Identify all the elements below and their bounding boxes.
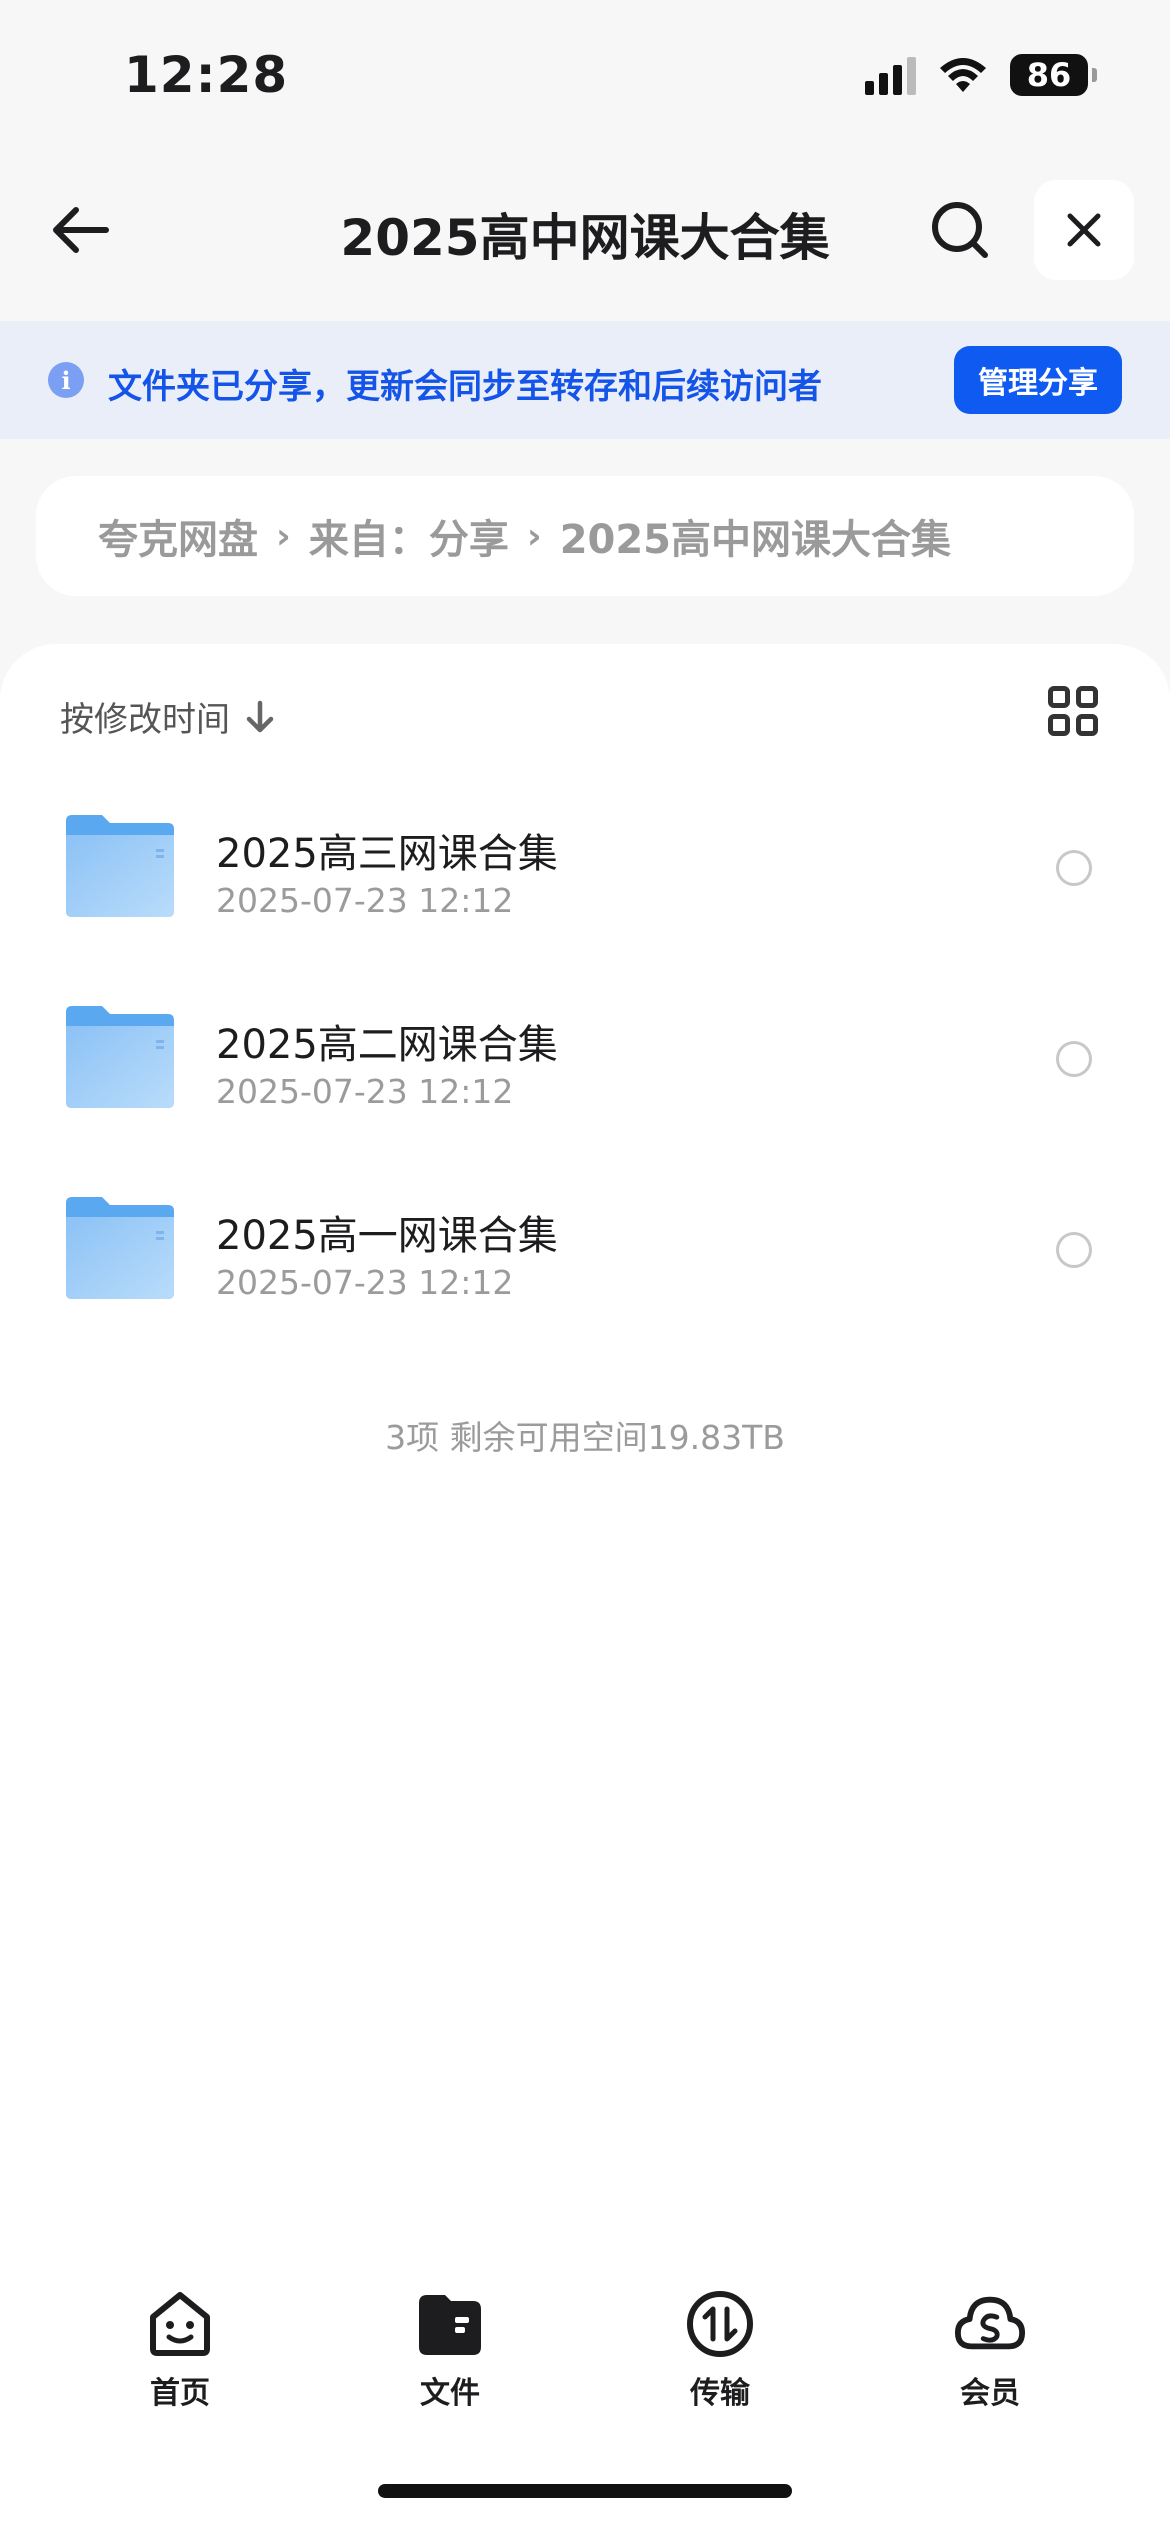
- tab-label: 首页: [150, 2376, 210, 2411]
- home-face-icon: [150, 2292, 210, 2356]
- select-checkbox[interactable]: [1056, 850, 1092, 886]
- breadcrumb-item-current: 2025高中网课大合集: [559, 517, 952, 563]
- list-item[interactable]: 2025高一网课合集 2025-07-23 12:12: [0, 1159, 1170, 1339]
- tab-files[interactable]: 文件: [380, 2288, 520, 2418]
- tab-label: 会员: [960, 2376, 1020, 2411]
- grid-view-toggle[interactable]: [1048, 686, 1104, 742]
- transfer-icon: [687, 2291, 753, 2357]
- tab-bar: 首页 文件 传输 会员: [0, 2278, 1170, 2418]
- breadcrumb-item-root[interactable]: 夸克网盘: [98, 507, 258, 565]
- wifi-icon: [940, 58, 986, 92]
- folder-icon: [66, 1197, 174, 1299]
- status-bar: 12:28 86: [0, 0, 1170, 150]
- tab-transfer[interactable]: 传输: [650, 2288, 790, 2418]
- grid-icon-cell: [1048, 714, 1070, 736]
- grid-icon-cell: [1076, 686, 1098, 708]
- file-name: 2025高二网课合集: [216, 1022, 558, 1068]
- member-cloud-icon: [954, 2296, 1026, 2350]
- share-banner: i 文件夹已分享，更新会同步至转存和后续访问者 管理分享: [0, 321, 1170, 439]
- status-time: 12:28: [124, 46, 289, 104]
- folder-icon: [419, 2295, 481, 2355]
- close-icon: [1067, 213, 1101, 247]
- chevron-right-icon: ›: [276, 515, 291, 557]
- manage-share-button[interactable]: 管理分享: [954, 346, 1122, 414]
- file-list-panel: 按修改时间 2025高三网课合集 2025-07-23 12:12 2025高二…: [0, 644, 1170, 2532]
- sort-button[interactable]: 按修改时间: [60, 692, 276, 741]
- arrow-down-icon: [246, 700, 274, 732]
- breadcrumb: 夸克网盘 › 来自：分享 › 2025高中网课大合集: [36, 476, 1134, 596]
- file-date: 2025-07-23 12:12: [216, 881, 514, 920]
- list-item[interactable]: 2025高三网课合集 2025-07-23 12:12: [0, 777, 1170, 957]
- grid-icon-cell: [1076, 714, 1098, 736]
- file-date: 2025-07-23 12:12: [216, 1072, 514, 1111]
- select-checkbox[interactable]: [1056, 1041, 1092, 1077]
- status-icons: 86: [865, 54, 1097, 96]
- breadcrumb-item-share[interactable]: 来自：分享: [309, 507, 509, 565]
- file-name: 2025高一网课合集: [216, 1213, 558, 1259]
- sort-label: 按修改时间: [60, 700, 230, 740]
- close-button[interactable]: [1034, 180, 1134, 280]
- grid-icon: [1048, 686, 1070, 708]
- tab-member[interactable]: 会员: [920, 2288, 1060, 2418]
- search-icon: [932, 202, 988, 258]
- chevron-right-icon: ›: [526, 515, 542, 557]
- file-date: 2025-07-23 12:12: [216, 1263, 514, 1302]
- share-banner-text: 文件夹已分享，更新会同步至转存和后续访问者: [108, 367, 822, 407]
- cellular-signal-icon: [865, 55, 916, 95]
- info-icon: i: [48, 362, 84, 398]
- file-name: 2025高三网课合集: [216, 831, 558, 877]
- nav-bar: 2025高中网课大合集: [0, 170, 1170, 290]
- storage-summary: 3项 剩余可用空间19.83TB: [385, 1418, 785, 1457]
- select-checkbox[interactable]: [1056, 1232, 1092, 1268]
- battery-icon: 86: [1010, 54, 1097, 96]
- search-button[interactable]: [922, 192, 998, 268]
- folder-icon: [66, 815, 174, 917]
- folder-icon: [66, 1006, 174, 1108]
- tab-home[interactable]: 首页: [110, 2288, 250, 2418]
- tab-label: 文件: [420, 2376, 480, 2411]
- home-indicator[interactable]: [378, 2484, 792, 2498]
- list-item[interactable]: 2025高二网课合集 2025-07-23 12:12: [0, 968, 1170, 1148]
- tab-label: 传输: [690, 2376, 750, 2411]
